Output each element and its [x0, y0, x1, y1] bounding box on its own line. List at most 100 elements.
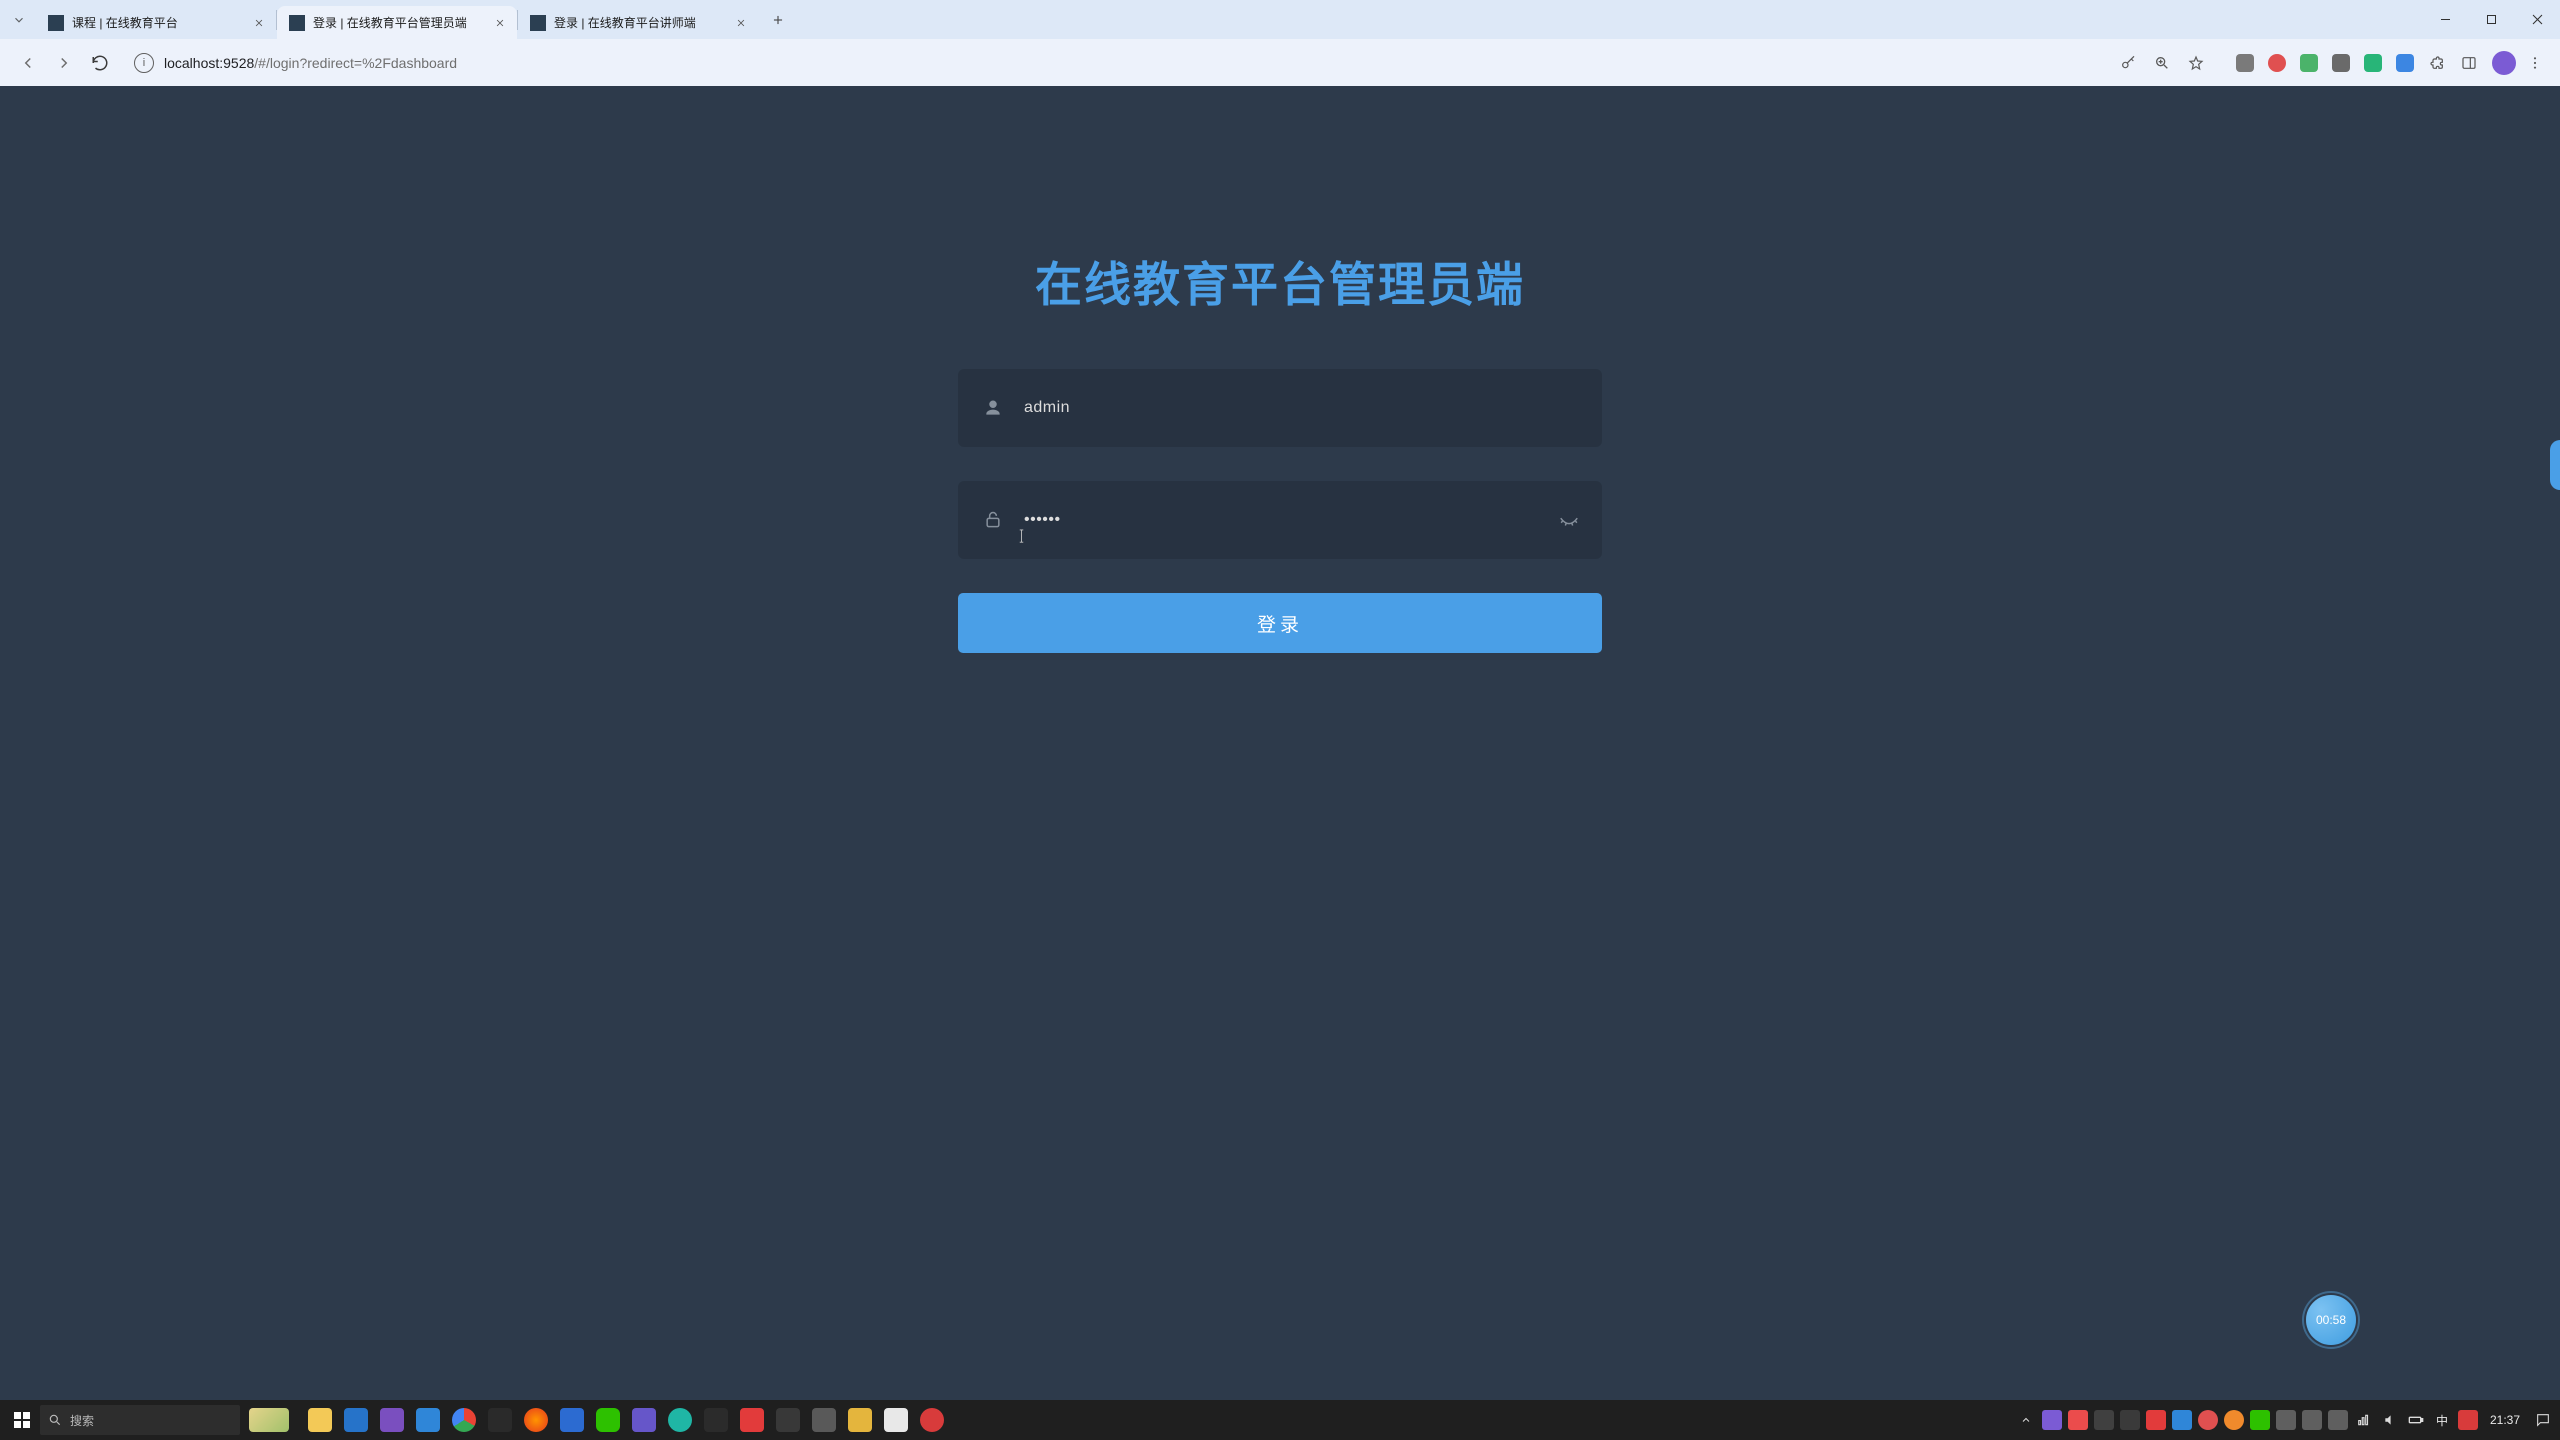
- taskbar-search[interactable]: 搜索: [40, 1405, 240, 1435]
- nav-forward-button[interactable]: [48, 47, 80, 79]
- password-field-wrap: [958, 481, 1602, 559]
- start-button[interactable]: [4, 1400, 40, 1440]
- window-maximize-button[interactable]: [2468, 0, 2514, 39]
- zoom-icon[interactable]: [2148, 49, 2176, 77]
- tab-title: 登录 | 在线教育平台讲师端: [554, 14, 728, 31]
- close-icon[interactable]: [734, 16, 748, 30]
- url-text: localhost:9528/#/login?redirect=%2Fdashb…: [164, 55, 457, 71]
- tray-icon-11[interactable]: [2328, 1410, 2348, 1430]
- close-icon[interactable]: [252, 16, 266, 30]
- window-minimize-button[interactable]: [2422, 0, 2468, 39]
- text-cursor-icon: [1017, 529, 1026, 543]
- page-body: 在线教育平台管理员端 登录 00:58: [0, 86, 2560, 1400]
- tray-icon-9[interactable]: [2276, 1410, 2296, 1430]
- browser-tabstrip: 课程 | 在线教育平台 登录 | 在线教育平台管理员端 登录 | 在线教育平台讲…: [0, 0, 2560, 39]
- taskbar-app-white[interactable]: [878, 1400, 914, 1440]
- username-input[interactable]: [1010, 399, 1584, 417]
- side-panel-icon[interactable]: [2456, 50, 2482, 76]
- tray-icon-4[interactable]: [2120, 1410, 2140, 1430]
- taskbar-weather[interactable]: [244, 1405, 294, 1435]
- nav-back-button[interactable]: [12, 47, 44, 79]
- addressbar-actions: [2114, 49, 2210, 77]
- taskbar-app-wechat[interactable]: [590, 1400, 626, 1440]
- taskbar-app-yellow[interactable]: [842, 1400, 878, 1440]
- nav-reload-button[interactable]: [84, 47, 116, 79]
- taskbar-app-purple[interactable]: [374, 1400, 410, 1440]
- taskbar-app-explorer[interactable]: [302, 1400, 338, 1440]
- bookmark-star-icon[interactable]: [2182, 49, 2210, 77]
- taskbar-app-red[interactable]: [734, 1400, 770, 1440]
- user-icon: [976, 398, 1010, 418]
- taskbar-app-dark1[interactable]: [698, 1400, 734, 1440]
- url-host: localhost:9528: [164, 55, 254, 71]
- taskbar-app-teal[interactable]: [662, 1400, 698, 1440]
- floating-timer-value: 00:58: [2316, 1313, 2346, 1327]
- tab-0[interactable]: 课程 | 在线教育平台: [36, 6, 276, 39]
- tray-battery-icon[interactable]: [2406, 1410, 2426, 1430]
- login-button[interactable]: 登录: [958, 593, 1602, 653]
- tray-icon-6[interactable]: [2172, 1410, 2192, 1430]
- tray-notifications-icon[interactable]: [2532, 1409, 2554, 1431]
- tray-icon-8[interactable]: [2224, 1410, 2244, 1430]
- system-tray: 中 21:37: [2016, 1400, 2554, 1440]
- taskbar-app-gray[interactable]: [806, 1400, 842, 1440]
- chrome-menu-button[interactable]: [2522, 50, 2548, 76]
- page-title: 在线教育平台管理员端: [958, 246, 1602, 315]
- taskbar-app-dark2[interactable]: [770, 1400, 806, 1440]
- tabs-container: 课程 | 在线教育平台 登录 | 在线教育平台管理员端 登录 | 在线教育平台讲…: [36, 0, 792, 39]
- new-tab-button[interactable]: [764, 6, 792, 34]
- tabs-dropdown-button[interactable]: [8, 9, 30, 31]
- tab-title: 课程 | 在线教育平台: [72, 14, 246, 31]
- taskbar-app-puzzle[interactable]: [482, 1400, 518, 1440]
- tray-chevron-up-icon[interactable]: [2016, 1410, 2036, 1430]
- window-close-button[interactable]: [2514, 0, 2560, 39]
- tab-title: 登录 | 在线教育平台管理员端: [313, 14, 487, 31]
- tray-ime[interactable]: 中: [2432, 1410, 2452, 1430]
- tray-icon-wechat[interactable]: [2250, 1410, 2270, 1430]
- taskbar-app-chrome[interactable]: [446, 1400, 482, 1440]
- tray-icon-red[interactable]: [2458, 1410, 2478, 1430]
- taskbar-app-store[interactable]: [338, 1400, 374, 1440]
- address-bar[interactable]: i localhost:9528/#/login?redirect=%2Fdas…: [124, 47, 2220, 79]
- tray-icon-3[interactable]: [2094, 1410, 2114, 1430]
- password-key-icon[interactable]: [2114, 49, 2142, 77]
- toggle-password-visibility-icon[interactable]: [1554, 509, 1584, 531]
- weather-icon: [249, 1408, 289, 1432]
- lock-icon: [976, 510, 1010, 530]
- taskbar-app-blue2[interactable]: [410, 1400, 446, 1440]
- ext-blue-icon[interactable]: [2392, 50, 2418, 76]
- window-controls: [2422, 0, 2560, 39]
- taskbar-search-placeholder: 搜索: [70, 1412, 94, 1429]
- tab-1[interactable]: 登录 | 在线教育平台管理员端: [277, 6, 517, 39]
- floating-timer-badge[interactable]: 00:58: [2306, 1295, 2356, 1345]
- tray-network-icon[interactable]: [2354, 1410, 2374, 1430]
- tray-icon-7[interactable]: [2198, 1410, 2218, 1430]
- extensions-area: [2232, 50, 2548, 76]
- favicon-icon: [530, 15, 546, 31]
- side-handle[interactable]: [2550, 440, 2560, 490]
- ext-vue-icon[interactable]: [2360, 50, 2386, 76]
- taskbar-app-red2[interactable]: [914, 1400, 950, 1440]
- taskbar-app-blue3[interactable]: [554, 1400, 590, 1440]
- taskbar-app-purple2[interactable]: [626, 1400, 662, 1440]
- ext-green-icon[interactable]: [2296, 50, 2322, 76]
- ext-adblock-icon[interactable]: [2264, 50, 2290, 76]
- tray-icon-1[interactable]: [2042, 1410, 2062, 1430]
- tray-volume-icon[interactable]: [2380, 1410, 2400, 1430]
- password-input[interactable]: [1010, 511, 1554, 529]
- ext-translate-icon[interactable]: [2328, 50, 2354, 76]
- extensions-puzzle-icon[interactable]: [2424, 50, 2450, 76]
- favicon-icon: [48, 15, 64, 31]
- profile-avatar[interactable]: [2492, 51, 2516, 75]
- site-info-icon[interactable]: i: [134, 53, 154, 73]
- tray-icon-10[interactable]: [2302, 1410, 2322, 1430]
- browser-toolbar: i localhost:9528/#/login?redirect=%2Fdas…: [0, 39, 2560, 86]
- taskbar-app-firefox[interactable]: [518, 1400, 554, 1440]
- url-path: /#/login?redirect=%2Fdashboard: [254, 55, 457, 71]
- tray-clock[interactable]: 21:37: [2490, 1413, 2520, 1427]
- ext-camera-icon[interactable]: [2232, 50, 2258, 76]
- tab-2[interactable]: 登录 | 在线教育平台讲师端: [518, 6, 758, 39]
- tray-icon-2[interactable]: [2068, 1410, 2088, 1430]
- close-icon[interactable]: [493, 16, 507, 30]
- tray-icon-5[interactable]: [2146, 1410, 2166, 1430]
